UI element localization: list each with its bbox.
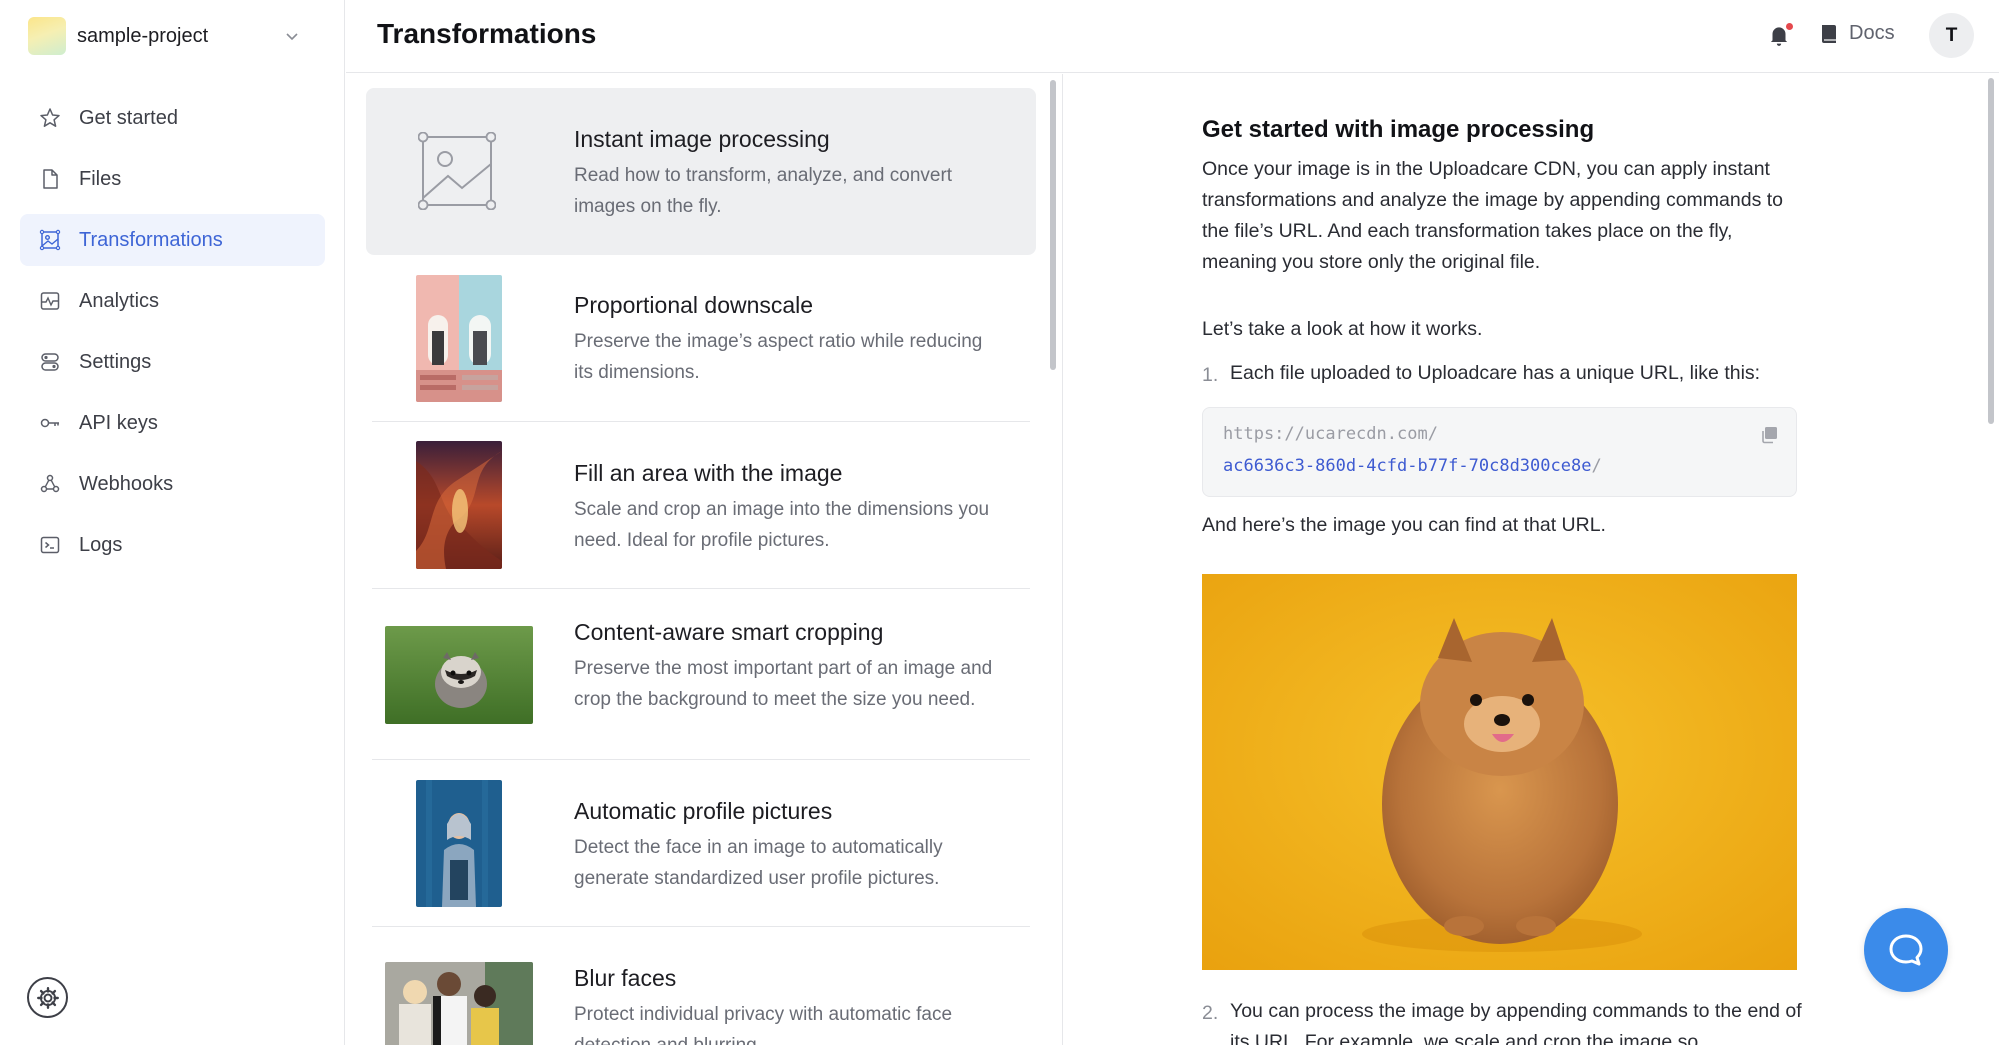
sidebar-item-webhooks[interactable]: Webhooks <box>20 458 325 510</box>
copy-icon[interactable] <box>1760 426 1778 444</box>
list-item[interactable]: Automatic profile pictures Detect the fa… <box>366 760 1036 927</box>
sidebar-item-label: API keys <box>79 411 158 434</box>
avatar[interactable]: T <box>1929 13 1974 58</box>
project-name: sample-project <box>77 24 209 47</box>
step-text: Each file uploaded to Uploadcare has a u… <box>1230 362 1761 384</box>
sidebar-item-transformations[interactable]: Transformations <box>20 214 325 266</box>
list-scrollbar[interactable] <box>1050 80 1056 370</box>
card-description: Scale and crop an image into the dimensi… <box>574 499 990 551</box>
article-content: Get started with image processing Once y… <box>1064 74 1999 1045</box>
card-description: Protect individual privacy with automati… <box>574 1004 953 1045</box>
file-icon <box>43 169 58 189</box>
list-item[interactable]: Proportional downscale Preserve the imag… <box>366 255 1036 422</box>
chat-button[interactable] <box>1864 908 1948 992</box>
person-portrait-thumbnail <box>416 780 502 907</box>
chart-line-icon <box>40 292 60 310</box>
sidebar-item-get-started[interactable]: Get started <box>20 92 325 144</box>
project-logo <box>28 17 66 55</box>
step-number: 1. <box>1202 364 1219 386</box>
top-header: Transformations Docs T <box>346 0 1999 73</box>
card-title: Blur faces <box>574 965 677 991</box>
article-intro: Once your image is in the Uploadcare CDN… <box>1202 158 1784 273</box>
list-item[interactable]: Instant image processing Read how to tra… <box>366 88 1036 255</box>
step-text: You can process the image by appending c… <box>1230 1000 1802 1045</box>
sidebar-item-logs[interactable]: Logs <box>20 519 325 571</box>
chat-bubble-icon <box>1889 934 1923 966</box>
sidebar-item-settings[interactable]: Settings <box>20 336 325 388</box>
sidebar-item-label: Files <box>79 167 122 190</box>
article-heading: Get started with image processing <box>1202 116 1595 143</box>
content-scrollbar[interactable] <box>1988 78 1994 424</box>
article-look: Let’s take a look at how it works. <box>1202 318 1483 340</box>
canyon-thumbnail <box>416 441 502 569</box>
sidebar-item-label: Webhooks <box>79 472 174 495</box>
sidebar-item-label: Logs <box>79 533 123 556</box>
card-title: Fill an area with the image <box>574 460 843 486</box>
code-url-base: https://ucarecdn.com/ <box>1223 424 1438 444</box>
image-placeholder-icon <box>418 132 496 210</box>
toggles-icon <box>41 353 59 371</box>
sidebar-item-api-keys[interactable]: API keys <box>20 397 325 449</box>
star-icon <box>40 108 60 127</box>
sidebar-item-analytics[interactable]: Analytics <box>20 275 325 327</box>
card-title: Instant image processing <box>574 126 830 152</box>
sidebar-item-label: Transformations <box>79 228 223 251</box>
transformations-list: Instant image processing Read how to tra… <box>346 74 1063 1045</box>
image-frame-icon <box>39 229 61 251</box>
gear-icon <box>36 986 59 1009</box>
raccoon-thumbnail <box>385 626 533 724</box>
webhook-icon <box>40 474 60 493</box>
chevron-down-icon <box>286 33 298 41</box>
sidebar-item-label: Settings <box>79 350 152 373</box>
sidebar: sample-project Get started Files Transfo… <box>0 0 345 1045</box>
project-switcher[interactable]: sample-project <box>28 17 313 55</box>
avatar-initial: T <box>1945 24 1958 46</box>
code-slash: / <box>1591 456 1602 476</box>
card-title: Automatic profile pictures <box>574 798 833 824</box>
group-photo-thumbnail <box>385 962 533 1045</box>
card-description: Preserve the image’s aspect ratio while … <box>574 331 983 383</box>
sidebar-item-label: Get started <box>79 106 178 129</box>
card-title: Content-aware smart cropping <box>574 619 884 645</box>
key-icon <box>40 418 59 428</box>
docs-link[interactable]: Docs <box>1820 22 1895 45</box>
code-url-uuid: ac6636c3-860d-4cfd-b77f-70c8d300ce8e/ <box>1223 456 1602 476</box>
card-description: Preserve the most important part of an i… <box>574 658 993 710</box>
code-block[interactable]: https://ucarecdn.com/ ac6636c3-860d-4cfd… <box>1202 407 1797 497</box>
code-uuid: ac6636c3-860d-4cfd-b77f-70c8d300ce8e <box>1223 456 1592 476</box>
article-here: And here’s the image you can find at tha… <box>1202 514 1606 536</box>
settings-gear-button[interactable] <box>27 977 68 1018</box>
sidebar-nav: Get started Files Transformations Analyt… <box>20 92 325 580</box>
terminal-icon <box>40 536 60 554</box>
card-description: Detect the face in an image to automatic… <box>574 837 943 889</box>
page-title: Transformations <box>377 18 597 49</box>
book-icon <box>1822 24 1836 43</box>
card-title: Proportional downscale <box>574 292 814 318</box>
sidebar-item-files[interactable]: Files <box>20 153 325 205</box>
card-description: Read how to transform, analyze, and conv… <box>574 165 953 217</box>
pomeranian-image <box>1202 574 1797 970</box>
step-number: 2. <box>1202 1002 1219 1024</box>
list-item[interactable]: Blur faces Protect individual privacy wi… <box>366 927 1036 1045</box>
sidebar-item-label: Analytics <box>79 289 160 312</box>
list-item[interactable]: Content-aware smart cropping Preserve th… <box>366 589 1036 760</box>
building-doors-thumbnail <box>416 275 502 402</box>
docs-label: Docs <box>1849 22 1895 44</box>
list-item[interactable]: Fill an area with the image Scale and cr… <box>366 422 1036 589</box>
notification-dot <box>1786 23 1793 30</box>
